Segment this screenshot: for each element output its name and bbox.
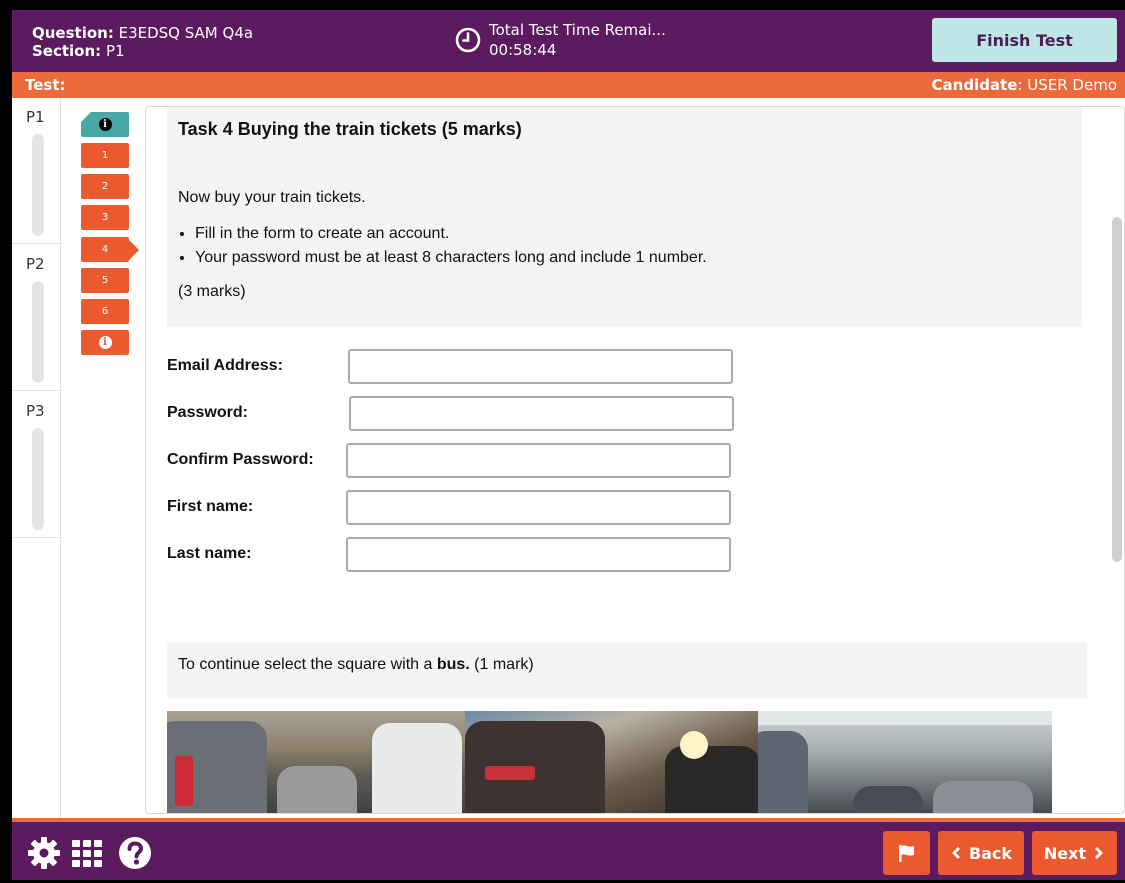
gear-icon[interactable] bbox=[27, 836, 61, 870]
password-input[interactable] bbox=[349, 396, 734, 431]
taillight-shape bbox=[485, 766, 535, 780]
van-shape bbox=[372, 723, 462, 813]
finish-test-button[interactable]: Finish Test bbox=[932, 18, 1117, 62]
task-title: Task 4 Buying the train tickets (5 marks… bbox=[178, 119, 522, 139]
question-button-5[interactable]: 5 bbox=[81, 268, 129, 293]
flag-button[interactable] bbox=[883, 831, 930, 875]
captcha-square-3[interactable] bbox=[758, 711, 1052, 813]
last-name-label: Last name: bbox=[167, 545, 252, 562]
captcha-square-1[interactable] bbox=[167, 711, 465, 813]
question-label: Question: bbox=[32, 24, 114, 42]
grid-icon[interactable] bbox=[70, 836, 104, 870]
task-marks: (3 marks) bbox=[178, 283, 246, 300]
question-button-3[interactable]: 3 bbox=[81, 205, 129, 230]
section-p3[interactable]: P3 bbox=[12, 392, 60, 538]
section-progress-track bbox=[32, 134, 44, 236]
info-icon: i bbox=[98, 118, 112, 131]
question-button-4[interactable]: 4 bbox=[81, 237, 139, 262]
content-scrollbar[interactable] bbox=[1112, 217, 1122, 562]
timer-title: Total Test Time Remai... bbox=[489, 21, 666, 39]
task-intro: Now buy your train tickets. bbox=[178, 189, 366, 206]
chevron-left-icon bbox=[951, 847, 960, 859]
task-box: Task 4 Buying the train tickets (5 marks… bbox=[167, 107, 1082, 327]
back-label: Back bbox=[968, 843, 1013, 863]
info-icon: i bbox=[98, 336, 112, 349]
task-bullet: Fill in the form to create an account. bbox=[195, 222, 707, 246]
section-label-p3: P3 bbox=[26, 402, 45, 420]
captcha-suffix: (1 mark) bbox=[469, 656, 534, 673]
confirm-password-label: Confirm Password: bbox=[167, 451, 314, 468]
next-label: Next bbox=[1043, 843, 1087, 863]
section-label-p1: P1 bbox=[26, 108, 45, 126]
timer-value: 00:58:44 bbox=[489, 41, 557, 59]
last-name-input[interactable] bbox=[346, 537, 731, 572]
question-info: Question: E3EDSQ SAM Q4a Section: P1 bbox=[32, 24, 253, 60]
header-bar: Question: E3EDSQ SAM Q4a Section: P1 Tot… bbox=[12, 10, 1125, 72]
captcha-keyword: bus. bbox=[436, 656, 470, 673]
confirm-password-input[interactable] bbox=[346, 443, 731, 478]
section-value: P1 bbox=[101, 42, 125, 60]
car-shape bbox=[665, 746, 758, 813]
back-button[interactable]: Back bbox=[938, 831, 1024, 875]
bridge-shape bbox=[758, 711, 1052, 725]
email-input[interactable] bbox=[348, 349, 733, 384]
test-window: Question: E3EDSQ SAM Q4a Section: P1 Tot… bbox=[12, 10, 1125, 880]
question-button-1[interactable]: 1 bbox=[81, 143, 129, 168]
footer-bar: Back Next bbox=[12, 822, 1125, 880]
timer: Total Test Time Remai... 00:58:44 bbox=[455, 20, 666, 60]
question-value: E3EDSQ SAM Q4a bbox=[113, 24, 254, 42]
section-nav: P1 P2 P3 bbox=[12, 98, 61, 820]
next-button[interactable]: Next bbox=[1032, 831, 1117, 875]
intro-info-button[interactable]: i bbox=[81, 112, 129, 137]
candidate-info: Candidate: USER Demo bbox=[932, 72, 1117, 98]
chevron-right-icon bbox=[1095, 847, 1104, 859]
test-label: Test: bbox=[25, 76, 66, 94]
test-info-bar: Test: Candidate: USER Demo bbox=[12, 72, 1125, 98]
help-icon[interactable] bbox=[118, 836, 152, 870]
captcha-square-2[interactable] bbox=[465, 711, 758, 813]
car-shape bbox=[933, 781, 1033, 813]
flag-icon bbox=[898, 845, 914, 862]
candidate-label: Candidate bbox=[931, 76, 1018, 94]
section-p1[interactable]: P1 bbox=[12, 98, 60, 244]
question-content[interactable]: Task 4 Buying the train tickets (5 marks… bbox=[145, 106, 1125, 814]
section-p2[interactable]: P2 bbox=[12, 245, 60, 391]
question-button-2[interactable]: 2 bbox=[81, 174, 129, 199]
section-label: Section: bbox=[32, 42, 102, 60]
task-bullet: Your password must be at least 8 charact… bbox=[195, 246, 707, 270]
email-label: Email Address: bbox=[167, 357, 283, 374]
first-name-input[interactable] bbox=[346, 490, 731, 525]
car-shape bbox=[277, 766, 357, 813]
car-shape bbox=[758, 731, 808, 813]
car-shape bbox=[853, 786, 923, 813]
sun-shape bbox=[680, 731, 708, 759]
section-label-p2: P2 bbox=[26, 255, 45, 273]
captcha-instruction: To continue select the square with a bus… bbox=[167, 643, 1087, 699]
first-name-label: First name: bbox=[167, 498, 254, 515]
clock-icon bbox=[455, 27, 481, 53]
task-bullets: Fill in the form to create an account. Y… bbox=[195, 222, 707, 270]
section-progress-track bbox=[32, 428, 44, 530]
password-label: Password: bbox=[167, 404, 248, 421]
captcha-prefix: To continue select the square with a bbox=[178, 656, 437, 673]
taillight-shape bbox=[175, 756, 193, 806]
section-progress-track bbox=[32, 281, 44, 383]
end-info-button[interactable]: i bbox=[81, 330, 129, 355]
captcha-image-grid bbox=[167, 711, 1052, 813]
question-button-6[interactable]: 6 bbox=[81, 299, 129, 324]
candidate-value: : USER Demo bbox=[1017, 76, 1117, 94]
